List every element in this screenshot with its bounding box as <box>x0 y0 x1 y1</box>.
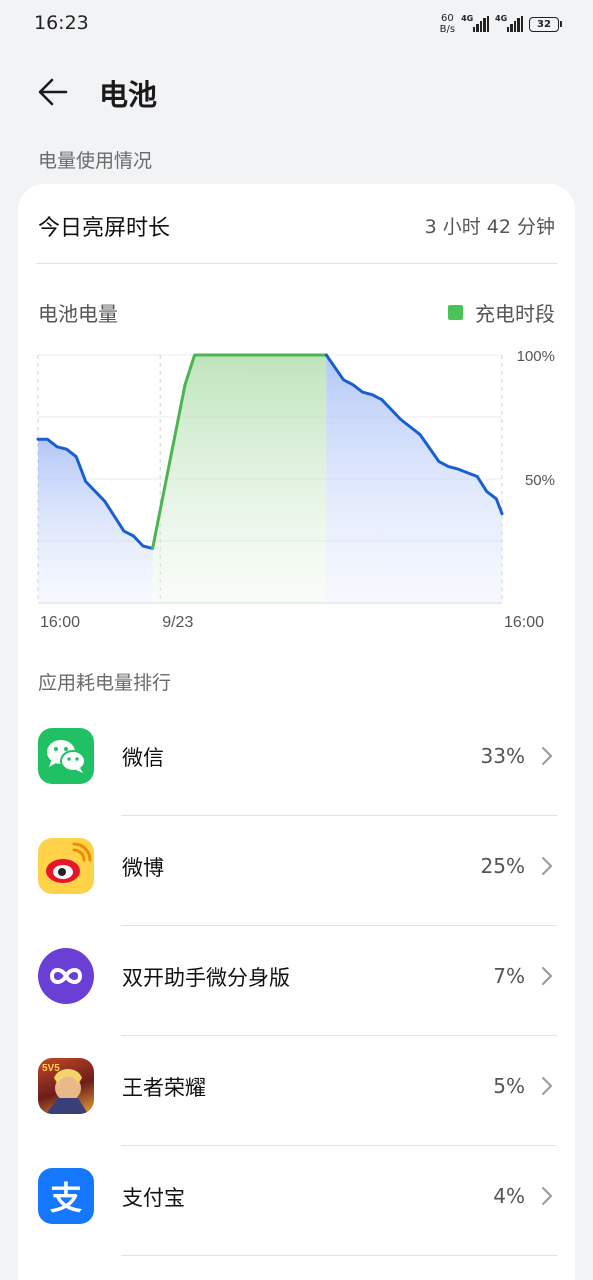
app-row-alipay[interactable]: 支 支付宝 4% <box>18 1146 575 1256</box>
app-percent: 33% <box>480 744 525 768</box>
app-ranking-list: 微信 33% 微博 25% 双开助手微分身版 7% 5V5 王者荣耀 5% 支 … <box>18 706 575 1256</box>
screen-time-label: 今日亮屏时长 <box>38 216 171 241</box>
app-percent: 25% <box>480 854 525 878</box>
divider <box>121 1255 557 1256</box>
apps-section-label: 应用耗电量排行 <box>38 672 172 694</box>
chevron-right-icon <box>542 857 552 875</box>
network-speed: 60 B/s <box>440 13 455 35</box>
back-button[interactable] <box>34 74 74 110</box>
app-row-dual-app[interactable]: 双开助手微分身版 7% <box>18 926 575 1036</box>
app-percent: 7% <box>493 964 525 988</box>
charging-area <box>152 355 327 603</box>
app-row-honor-of-kings[interactable]: 5V5 王者荣耀 5% <box>18 1036 575 1146</box>
app-row-wechat[interactable]: 微信 33% <box>18 706 575 816</box>
honor-of-kings-icon: 5V5 <box>38 1058 94 1114</box>
screen-time-value: 3 小时 42 分钟 <box>424 216 555 238</box>
alipay-glyph: 支 <box>49 1179 82 1217</box>
chart-header: 电池电量 充电时段 <box>38 298 555 328</box>
divider <box>36 263 557 264</box>
alipay-icon: 支 <box>38 1168 94 1224</box>
battery-level-chart[interactable]: 100% 50% 16:00 9/23 16:00 <box>18 344 575 634</box>
y-tick-label: 50% <box>525 472 555 489</box>
app-name: 微博 <box>122 856 164 880</box>
status-time: 16:23 <box>34 12 89 34</box>
icon-badge: 5V5 <box>42 1063 60 1074</box>
sim2-tag: 4G <box>495 14 508 23</box>
usage-section-label: 电量使用情况 <box>38 150 153 172</box>
app-name: 微信 <box>122 746 164 770</box>
chevron-right-icon <box>542 967 552 985</box>
signal-sim1-icon: 4G <box>461 14 490 32</box>
wechat-icon <box>38 728 94 784</box>
x-tick-label: 16:00 <box>40 614 80 631</box>
x-tick-label: 9/23 <box>162 614 193 631</box>
back-arrow-icon <box>38 78 68 106</box>
discharge-area <box>38 439 153 603</box>
app-name: 支付宝 <box>122 1186 185 1210</box>
x-tick-label: 16:00 <box>504 614 544 631</box>
screen-time-row[interactable]: 今日亮屏时长 3 小时 42 分钟 <box>38 210 555 241</box>
battery-level: 32 <box>537 18 551 30</box>
sim1-tag: 4G <box>461 14 474 23</box>
y-tick-label: 100% <box>517 348 555 365</box>
app-ranking-card: 微信 33% 微博 25% 双开助手微分身版 7% 5V5 王者荣耀 5% 支 … <box>18 706 575 1280</box>
app-percent: 5% <box>493 1074 525 1098</box>
network-speed-value: 60 <box>441 13 454 24</box>
app-name: 双开助手微分身版 <box>122 966 290 990</box>
chevron-right-icon <box>542 747 552 765</box>
legend-swatch <box>448 305 463 320</box>
network-speed-unit: B/s <box>439 24 456 35</box>
chevron-right-icon <box>542 1187 552 1205</box>
page-title: 电池 <box>99 78 158 112</box>
signal-sim2-icon: 4G <box>495 14 523 32</box>
weibo-icon <box>38 838 94 894</box>
app-name: 王者荣耀 <box>122 1076 206 1100</box>
status-icons: 60 B/s 4G 4G 32 <box>440 11 562 37</box>
chevron-right-icon <box>542 1077 552 1095</box>
app-percent: 4% <box>493 1184 525 1208</box>
chart-legend: 充电时段 <box>448 298 555 327</box>
chart-title: 电池电量 <box>38 302 118 326</box>
app-bar: 电池 <box>0 60 593 124</box>
status-bar: 16:23 60 B/s 4G 4G 32 <box>0 0 593 48</box>
discharge-area <box>326 355 502 603</box>
battery-icon: 32 <box>529 16 562 32</box>
dual-app-icon <box>38 948 94 1004</box>
legend-label: 充电时段 <box>475 302 555 326</box>
app-row-weibo[interactable]: 微博 25% <box>18 816 575 926</box>
